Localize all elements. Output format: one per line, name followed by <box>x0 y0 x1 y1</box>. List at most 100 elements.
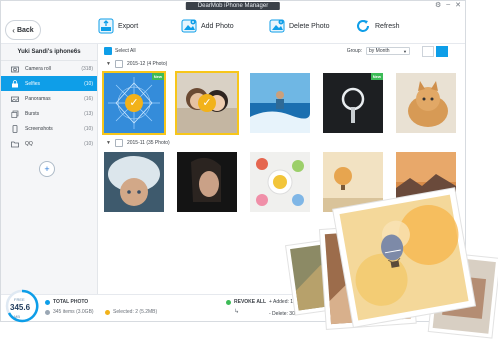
sidebar-item-label: Panoramas <box>25 95 51 102</box>
sidebar-item-bursts[interactable]: Bursts (13) <box>1 106 97 121</box>
items-dot-icon <box>45 309 50 315</box>
sidebar-item-qq[interactable]: QQ (10) <box>1 136 97 151</box>
items-text: 345 items (3.0GB) <box>53 309 94 315</box>
section-title: 2015-12 (4 Photo) <box>126 61 168 67</box>
gauge-value: 345.6 <box>10 303 31 312</box>
export-icon <box>98 18 114 34</box>
selected-dot-icon <box>105 309 110 315</box>
delete-photo-button[interactable]: Delete Photo <box>269 18 329 34</box>
photo-thumbnail[interactable]: ✓ <box>175 71 239 135</box>
sidebar-item-camera-roll[interactable]: Camera roll (318) <box>1 61 97 76</box>
select-all[interactable]: Select All <box>104 47 136 55</box>
photo-image <box>177 152 237 212</box>
refresh-label: Refresh <box>375 22 400 30</box>
sidebar-item-selfies[interactable]: Selfies (10) <box>1 76 97 91</box>
total-photo: TOTAL PHOTO <box>45 299 88 305</box>
add-photo-label: Add Photo <box>201 22 234 30</box>
total-photo-label: TOTAL PHOTO <box>53 299 89 305</box>
bursts-icon <box>11 110 19 118</box>
photo-image <box>323 73 383 133</box>
delete-photo-label: Delete Photo <box>289 22 330 30</box>
large-grid-view-button[interactable] <box>422 45 434 57</box>
photo-thumbnail[interactable]: New ✓ <box>102 71 166 135</box>
sidebar-item-label: Camera roll <box>25 65 51 72</box>
group-label: Group: <box>346 48 362 54</box>
small-grid-view-button[interactable] <box>436 45 448 57</box>
select-all-checkbox[interactable] <box>104 47 112 55</box>
back-label: Back <box>16 26 34 34</box>
section-header-2015-11: ▼ 2015-11 (35 Photo) <box>98 137 466 149</box>
sidebar-item-count: (10) <box>84 80 93 87</box>
photo-grid-2015-12: New ✓ ✓ New <box>98 71 466 135</box>
revoke-arrow-icon: ↳ <box>234 309 240 315</box>
total-dot-icon <box>45 299 50 305</box>
refresh-icon <box>357 20 369 32</box>
photo-thumbnail[interactable] <box>104 152 164 212</box>
sidebar-item-count: (10) <box>84 140 93 147</box>
export-label: Export <box>118 22 139 30</box>
sidebar-item-label: QQ <box>25 140 33 147</box>
phone-icon <box>12 124 18 133</box>
section-title: 2015-11 (35 Photo) <box>126 140 170 146</box>
checkmark-icon: ✓ <box>198 94 216 112</box>
control-row: Select All Group: by Month ▼ <box>98 44 466 58</box>
back-button[interactable]: ‹ Back <box>5 20 41 40</box>
chevron-down-icon: ▼ <box>403 48 407 54</box>
group-selector: Group: by Month ▼ <box>347 47 410 55</box>
folder-icon <box>11 141 19 147</box>
photo-thumbnail[interactable] <box>250 73 310 133</box>
sidebar-item-count: (13) <box>84 110 93 117</box>
add-album-button[interactable]: + <box>39 161 55 177</box>
device-name: Yuki Sandi's iphone6s <box>1 44 97 61</box>
chevron-left-icon: ‹ <box>12 25 15 35</box>
gauge-free-label: FREE <box>14 297 25 302</box>
panorama-icon <box>11 96 19 102</box>
gauge-unit: MB <box>14 314 20 319</box>
photo-thumbnail[interactable] <box>396 73 456 133</box>
sidebar-item-count: (10) <box>84 125 93 132</box>
group-dropdown[interactable]: by Month ▼ <box>366 47 410 55</box>
collapse-icon[interactable]: ▼ <box>106 61 111 67</box>
section-header-2015-12: ▼ 2015-12 (4 Photo) <box>98 58 466 70</box>
sidebar: Yuki Sandi's iphone6s Camera roll (318) … <box>1 44 98 294</box>
toolbar: ‹ Back Export Add Photo Delete Photo Ref… <box>1 11 465 44</box>
collapse-icon[interactable]: ▼ <box>106 140 111 146</box>
minimize-icon[interactable]: – <box>446 1 450 9</box>
new-badge: New <box>151 73 164 80</box>
photo-thumbnail[interactable] <box>177 152 237 212</box>
sidebar-item-label: Bursts <box>25 110 40 117</box>
photo-thumbnail[interactable]: New <box>323 73 383 133</box>
sidebar-item-screenshots[interactable]: Screenshots (10) <box>1 121 97 136</box>
sidebar-item-label: Selfies <box>25 80 41 87</box>
section-checkbox[interactable] <box>114 139 123 147</box>
new-badge: New <box>370 73 383 80</box>
add-photo-button[interactable]: Add Photo <box>181 18 234 34</box>
selected-text: Selected: 2 (5.2MB) <box>113 309 158 315</box>
camera-icon <box>11 66 19 72</box>
export-button[interactable]: Export <box>98 18 138 34</box>
window-title: DearMob iPhone Manager <box>185 2 281 10</box>
revoke-all-label: REVOKE ALL <box>234 299 267 305</box>
gear-icon[interactable]: ⚙ <box>435 1 441 9</box>
title-bar: DearMob iPhone Manager ⚙ – ✕ <box>1 1 465 11</box>
group-value: by Month <box>369 48 390 54</box>
sidebar-item-label: Screenshots <box>25 125 53 132</box>
close-icon[interactable]: ✕ <box>455 1 461 9</box>
select-all-label: Select All <box>115 48 136 54</box>
revoke-dot-icon <box>226 299 231 305</box>
selected-count: Selected: 2 (5.2MB) <box>105 309 157 315</box>
section-checkbox[interactable] <box>114 60 123 68</box>
photo-image <box>396 73 456 133</box>
add-photo-icon <box>181 19 197 33</box>
revoke-all-button[interactable]: REVOKE ALL <box>226 299 266 305</box>
items-count: 345 items (3.0GB) <box>45 309 94 315</box>
photo-image <box>104 152 164 212</box>
photo-image <box>250 73 310 133</box>
lock-icon <box>12 79 18 87</box>
window-controls: ⚙ – ✕ <box>435 1 461 9</box>
photo-stack-illustration <box>284 187 498 339</box>
sidebar-item-panoramas[interactable]: Panoramas (16) <box>1 91 97 106</box>
refresh-button[interactable]: Refresh <box>355 18 400 34</box>
sidebar-item-count: (16) <box>84 95 93 102</box>
delete-photo-icon <box>269 19 285 33</box>
